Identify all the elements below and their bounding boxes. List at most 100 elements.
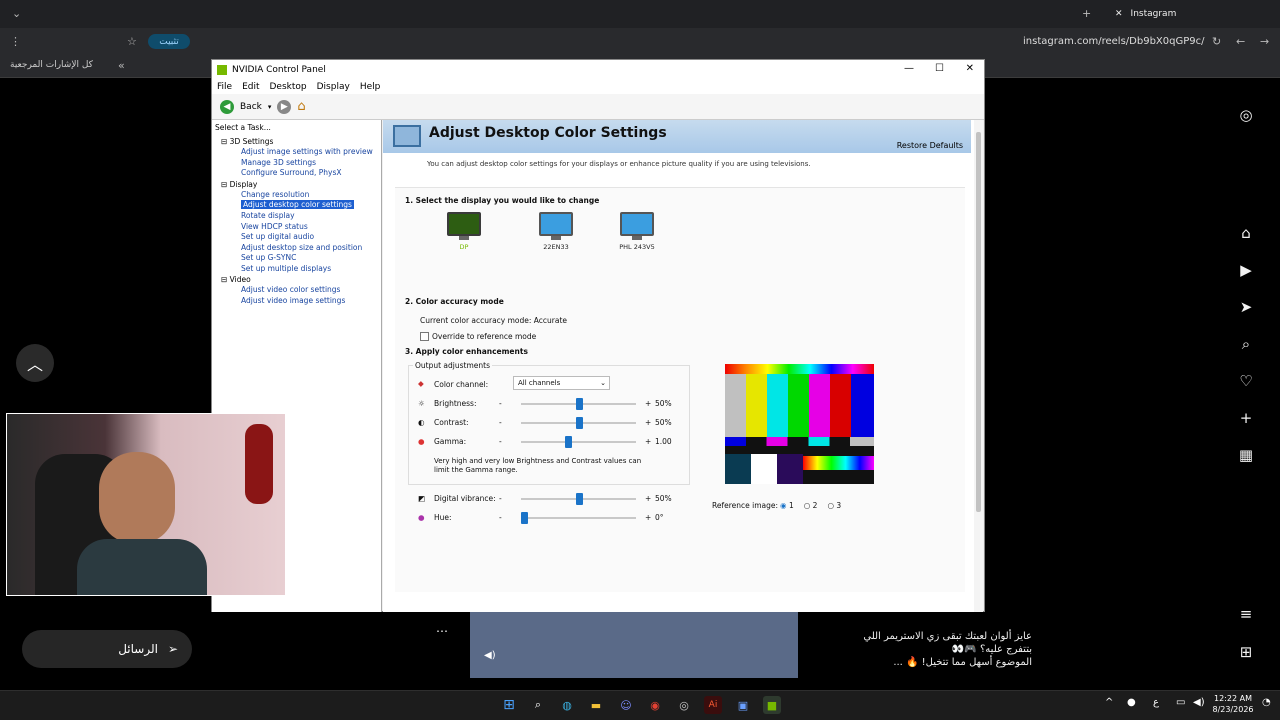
back-arrow-icon[interactable]: ◀	[220, 99, 234, 114]
volume-icon[interactable]: ◀)	[1193, 697, 1205, 708]
slider-thumb[interactable]	[521, 512, 528, 524]
menu-display[interactable]: Display	[317, 82, 350, 92]
display-phl-243v5[interactable]: PHL 243V5	[615, 212, 659, 251]
illustrator-icon[interactable]: Ai	[704, 696, 722, 714]
system-clock[interactable]: 12:22 AM 8/23/2026	[1212, 693, 1254, 715]
tree-item-change-resolution[interactable]: Change resolution	[241, 190, 309, 199]
tree-item-adjust-desktop-color[interactable]: Adjust desktop color settings	[241, 200, 354, 209]
file-explorer-icon[interactable]: ▬	[587, 696, 605, 714]
send-icon[interactable]: ➤	[1236, 298, 1256, 316]
tree-item-video-color[interactable]: Adjust video color settings	[241, 285, 340, 294]
override-checkbox[interactable]: Override to reference mode	[420, 332, 536, 341]
tray-chevron-icon[interactable]: ^	[1105, 697, 1113, 708]
edge-icon[interactable]: ◍	[558, 696, 576, 714]
slider-minus[interactable]: -	[499, 494, 502, 503]
tree-item-video-image[interactable]: Adjust video image settings	[241, 296, 345, 305]
install-button[interactable]: تثبيت	[148, 34, 190, 49]
back-dropdown-icon[interactable]: ▾	[268, 103, 272, 111]
app-icon[interactable]: ▣	[734, 696, 752, 714]
minimize-icon[interactable]: —	[904, 63, 914, 74]
tree-item-adjust-image-settings[interactable]: Adjust image settings with preview	[241, 147, 373, 156]
new-tab-icon[interactable]: +	[1082, 7, 1091, 20]
maximize-icon[interactable]: ☐	[935, 63, 944, 74]
create-icon[interactable]: +	[1236, 409, 1256, 427]
close-tab-icon[interactable]: ✕	[1115, 9, 1123, 19]
forward-arrow-icon[interactable]: ▶	[277, 99, 292, 114]
slider-thumb[interactable]	[575, 417, 583, 429]
menu-file[interactable]: File	[217, 82, 232, 92]
volume-icon[interactable]: ◀)	[484, 650, 496, 661]
menu-edit[interactable]: Edit	[242, 82, 259, 92]
back-icon[interactable]: ←	[1236, 35, 1245, 48]
address-bar[interactable]: instagram.com/reels/Db9bX0qGP9c/	[1023, 36, 1205, 47]
slider-minus[interactable]: -	[499, 399, 502, 408]
tree-item-multiple-displays[interactable]: Set up multiple displays	[241, 264, 331, 273]
dashboard-icon[interactable]: ▦	[1236, 446, 1256, 464]
slider-plus[interactable]: +	[645, 437, 651, 446]
start-icon[interactable]: ⊞	[500, 696, 518, 714]
chevron-icon[interactable]: «	[118, 59, 125, 72]
back-button[interactable]: Back	[240, 102, 262, 112]
tree-category-video[interactable]: ⊟ Video	[221, 275, 251, 284]
checkbox-icon[interactable]	[420, 332, 429, 341]
display-dp[interactable]: DP	[442, 212, 486, 251]
display-22en33[interactable]: 22EN33	[534, 212, 578, 251]
instagram-logo-icon[interactable]: ◎	[1236, 106, 1256, 124]
star-icon[interactable]: ☆	[127, 35, 137, 48]
slider-track[interactable]	[521, 441, 636, 443]
slider-minus[interactable]: -	[499, 437, 502, 446]
home-icon[interactable]: ⌂	[297, 99, 305, 114]
close-icon[interactable]: ✕	[966, 63, 974, 74]
tab-instagram[interactable]: ✕ Instagram	[1110, 4, 1260, 24]
tree-item-configure-surround[interactable]: Configure Surround, PhysX	[241, 168, 342, 177]
previous-reel-button[interactable]: ︿	[16, 344, 54, 382]
reload-icon[interactable]: ↻	[1212, 35, 1221, 48]
network-icon[interactable]: ▭	[1176, 697, 1185, 708]
discord-icon[interactable]: ☺	[617, 696, 635, 714]
tree-item-rotate-display[interactable]: Rotate display	[241, 211, 295, 220]
menu-desktop[interactable]: Desktop	[270, 82, 307, 92]
slider-plus[interactable]: +	[645, 418, 651, 427]
tree-item-view-hdcp[interactable]: View HDCP status	[241, 222, 308, 231]
menu-icon[interactable]: ⋮	[10, 35, 21, 48]
tree-category-display[interactable]: ⊟ Display	[221, 180, 257, 189]
scrollbar-thumb[interactable]	[976, 132, 981, 512]
slider-thumb[interactable]	[575, 398, 583, 410]
reference-option-1[interactable]: ◉ 1	[780, 501, 794, 510]
tree-item-digital-audio[interactable]: Set up digital audio	[241, 232, 314, 241]
tab-search-icon[interactable]: ⌄	[12, 7, 21, 20]
search-icon[interactable]: ⌕	[1236, 335, 1256, 353]
slider-plus[interactable]: +	[645, 513, 651, 522]
slider-plus[interactable]: +	[645, 494, 651, 503]
reference-option-3[interactable]: ○ 3	[827, 501, 841, 510]
reel-video[interactable]: ◀)	[470, 612, 798, 678]
forward-icon[interactable]: →	[1260, 35, 1269, 48]
slider-minus[interactable]: -	[499, 418, 502, 427]
more-options-icon[interactable]: ⋯	[436, 624, 448, 638]
messages-button[interactable]: الرسائل ➢	[22, 630, 192, 668]
tree-item-manage-3d-settings[interactable]: Manage 3D settings	[241, 158, 316, 167]
language-indicator[interactable]: ع	[1153, 697, 1159, 708]
notification-icon[interactable]: ◔	[1262, 697, 1271, 708]
restore-defaults-link[interactable]: Restore Defaults	[897, 141, 963, 150]
caption-line[interactable]: الموضوع أسهل مما تتخيل! 🔥 ...	[800, 656, 1032, 669]
obs-icon[interactable]: ◎	[675, 696, 693, 714]
meta-apps-icon[interactable]: ⊞	[1236, 643, 1256, 661]
reference-option-2[interactable]: ○ 2	[804, 501, 818, 510]
slider-track[interactable]	[521, 517, 636, 519]
slider-minus[interactable]: -	[499, 513, 502, 522]
more-menu-icon[interactable]: ≡	[1236, 605, 1256, 623]
all-bookmarks-link[interactable]: كل الإشارات المرجعية	[10, 60, 93, 70]
tree-item-desktop-size[interactable]: Adjust desktop size and position	[241, 243, 362, 252]
tree-item-gsync[interactable]: Set up G-SYNC	[241, 253, 296, 262]
slider-thumb[interactable]	[575, 493, 583, 505]
slider-plus[interactable]: +	[645, 399, 651, 408]
search-icon[interactable]: ⌕	[529, 696, 547, 714]
microphone-icon[interactable]: ●	[1127, 697, 1136, 708]
heart-icon[interactable]: ♡	[1236, 372, 1256, 390]
home-icon[interactable]: ⌂	[1236, 224, 1256, 242]
reels-icon[interactable]: ▶	[1236, 261, 1256, 279]
color-channel-select[interactable]: All channels ⌄	[513, 376, 610, 390]
menu-help[interactable]: Help	[360, 82, 381, 92]
chrome-icon[interactable]: ◉	[646, 696, 664, 714]
